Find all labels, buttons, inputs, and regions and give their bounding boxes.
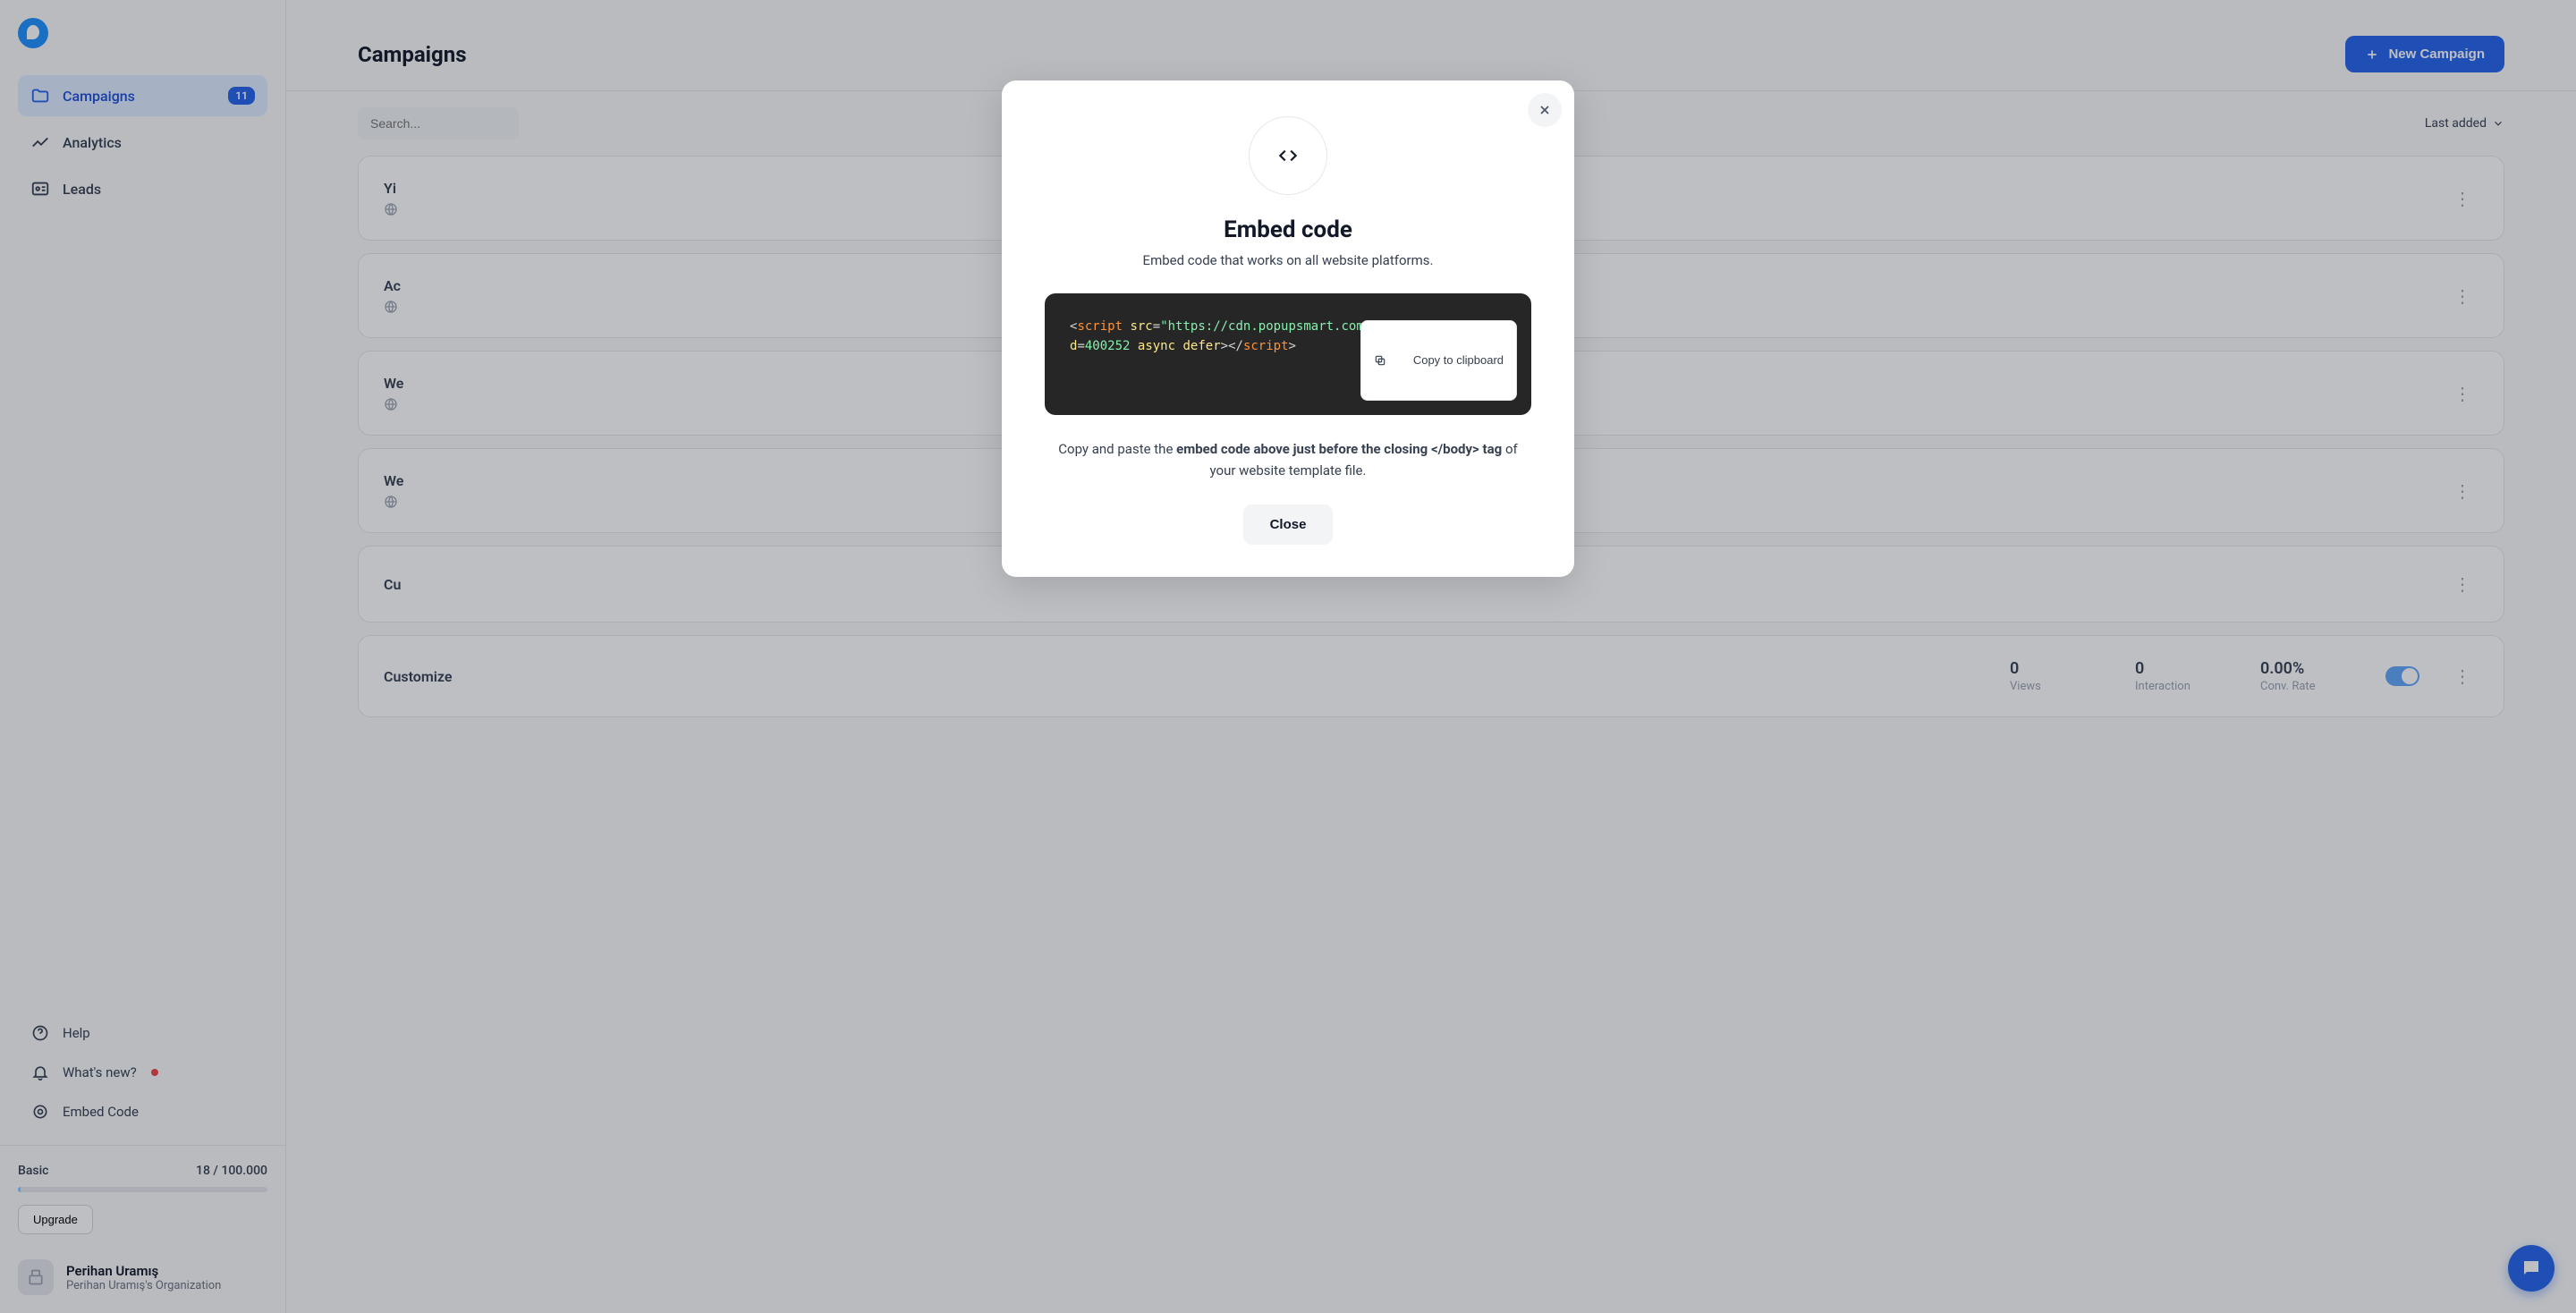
embed-code-block: <script src="https://cdn.popupsmart.com/… <box>1045 293 1531 415</box>
copy-label: Copy to clipboard <box>1413 353 1504 367</box>
copy-to-clipboard-button[interactable]: Copy to clipboard <box>1360 320 1517 401</box>
embed-code-modal: Embed code Embed code that works on all … <box>1002 80 1574 577</box>
modal-overlay[interactable]: Embed code Embed code that works on all … <box>0 0 2576 1313</box>
close-icon[interactable] <box>1528 93 1562 127</box>
close-button[interactable]: Close <box>1243 504 1334 545</box>
modal-help-text: Copy and paste the embed code above just… <box>1052 438 1524 481</box>
code-icon <box>1249 116 1327 195</box>
modal-subtitle: Embed code that works on all website pla… <box>1045 252 1531 268</box>
modal-title: Embed code <box>1045 216 1531 243</box>
copy-icon <box>1374 327 1406 394</box>
